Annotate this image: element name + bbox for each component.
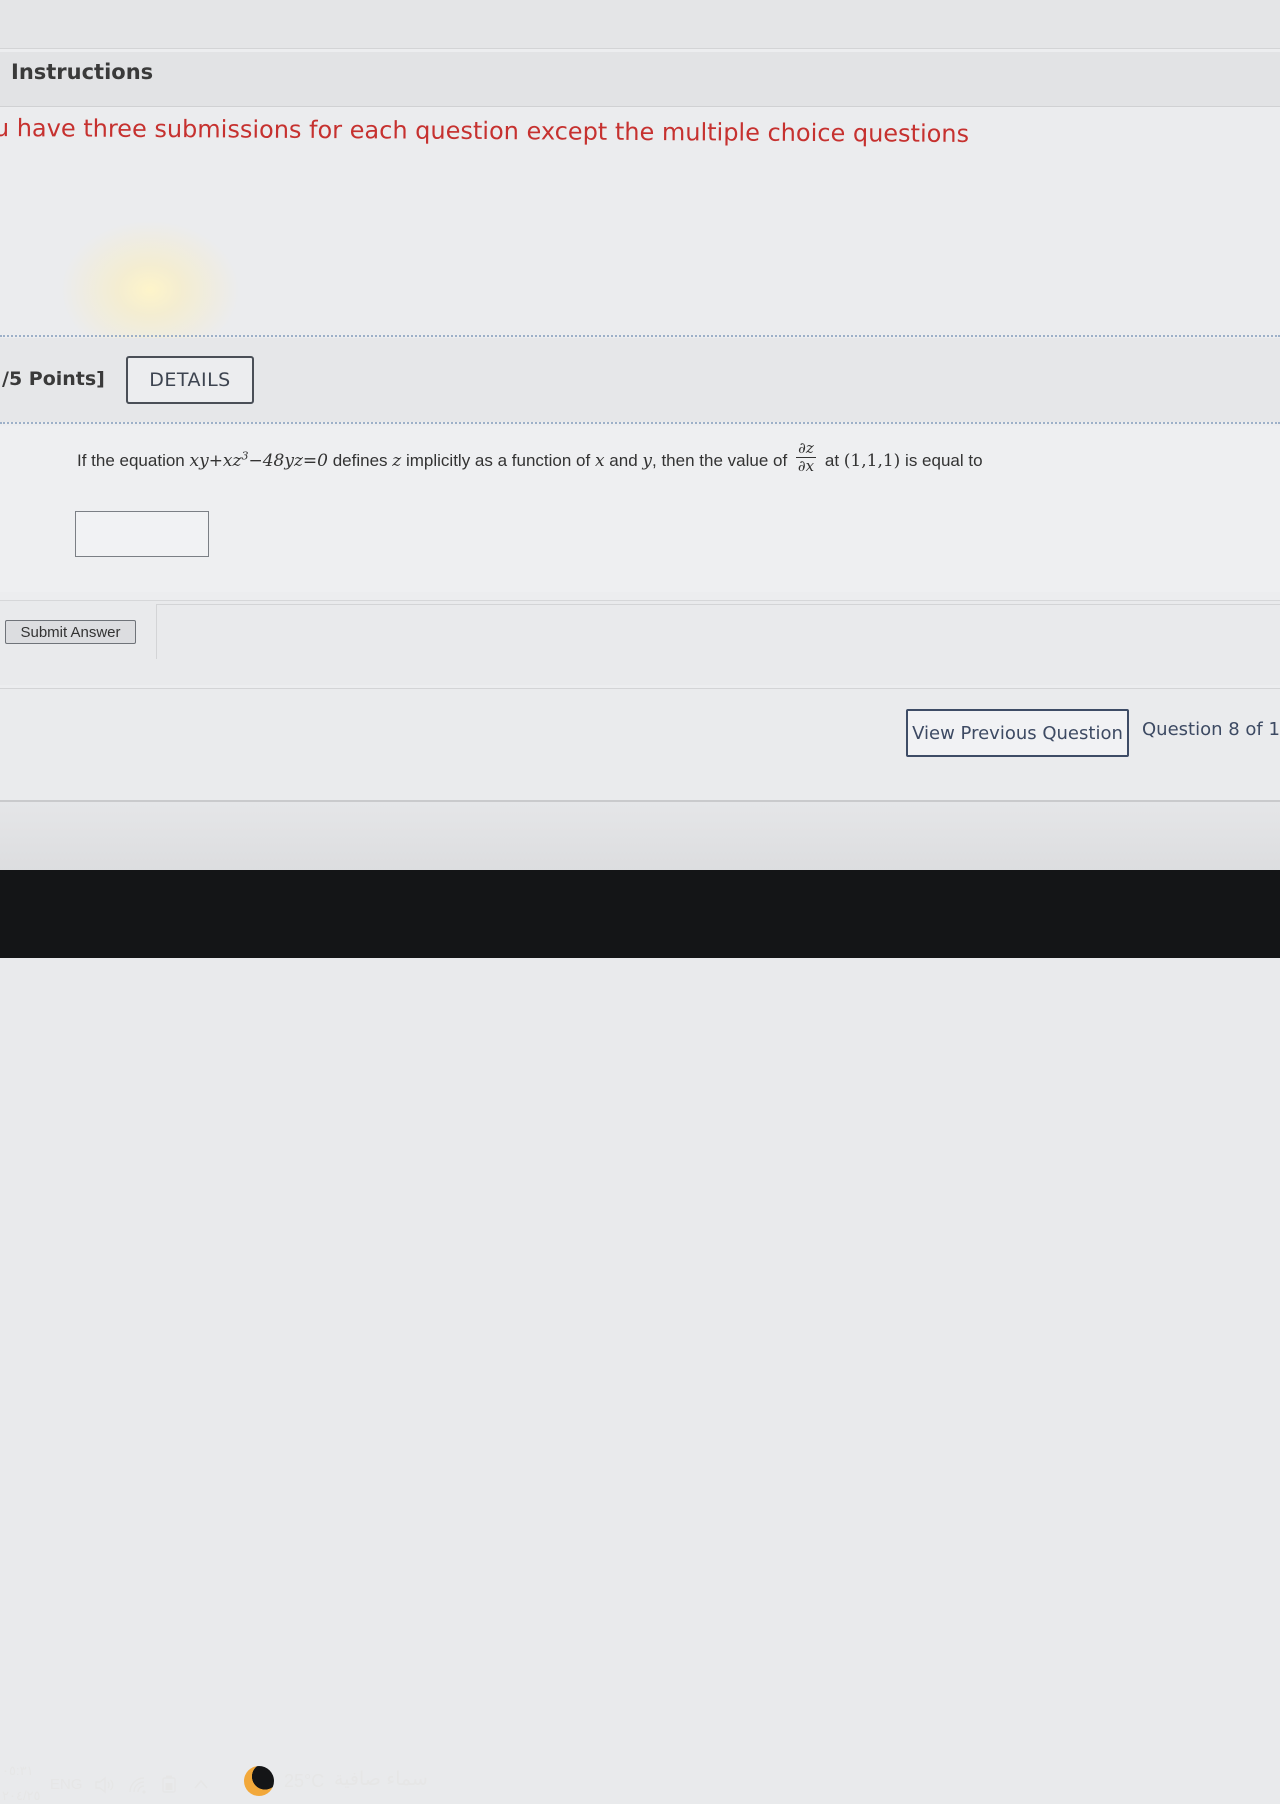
divider — [0, 422, 1280, 424]
browser-page: Instructions u have three submissions fo… — [0, 0, 1280, 872]
taskbar: ٠٥:٣١ ٢٠٤/٢٥ ENG 25°C سماء صافية — [0, 870, 1280, 1803]
var-x: x — [594, 450, 605, 471]
top-strip — [0, 0, 1280, 49]
var-y: y — [642, 450, 653, 471]
answer-input[interactable] — [75, 511, 209, 557]
points-label: /5 Points] — [2, 368, 105, 390]
divider — [0, 335, 1280, 337]
equation: xy+xz3−48yz=0 — [189, 449, 328, 471]
question-and: and — [609, 450, 638, 470]
weather-description[interactable]: سماء صافية — [334, 1768, 428, 1791]
question-mid3: , then the value of — [652, 450, 788, 470]
instructions-title: Instructions — [11, 60, 154, 84]
page-bottom — [0, 800, 1280, 872]
weather-temperature[interactable]: 25°C — [284, 1771, 324, 1792]
question-suffix: is equal to — [905, 450, 983, 470]
details-button[interactable]: DETAILS — [126, 356, 254, 404]
chevron-up-icon[interactable] — [192, 1776, 210, 1796]
question-mid2: implicitly as a function of — [405, 450, 591, 470]
battery-icon[interactable] — [160, 1774, 178, 1798]
view-previous-question-button[interactable]: View Previous Question — [906, 709, 1129, 757]
submit-panel — [156, 604, 1280, 659]
speaker-icon[interactable] — [94, 1776, 114, 1798]
question-mid: defines — [332, 450, 388, 470]
wifi-icon[interactable] — [128, 1776, 148, 1798]
submit-answer-button[interactable]: Submit Answer — [5, 620, 136, 644]
taskbar-time[interactable]: ٠٥:٣١ — [2, 1763, 34, 1779]
instructions-header — [0, 52, 1280, 107]
question-text: If the equation xy+xz3−48yz=0 defines z … — [77, 440, 983, 479]
language-indicator[interactable]: ENG — [50, 1776, 83, 1793]
question-counter: Question 8 of 15 — [1142, 719, 1280, 740]
question-prefix: If the equation — [77, 450, 185, 470]
question-at: at — [824, 450, 840, 470]
var-z: z — [392, 450, 402, 471]
taskbar-date[interactable]: ٢٠٤/٢٥ — [2, 1788, 41, 1804]
instructions-text: u have three submissions for each questi… — [0, 114, 970, 148]
moon-weather-icon[interactable] — [244, 1766, 274, 1796]
evaluation-point: (1,1,1) — [843, 450, 901, 471]
partial-derivative-fraction: ∂z ∂x — [796, 439, 816, 475]
